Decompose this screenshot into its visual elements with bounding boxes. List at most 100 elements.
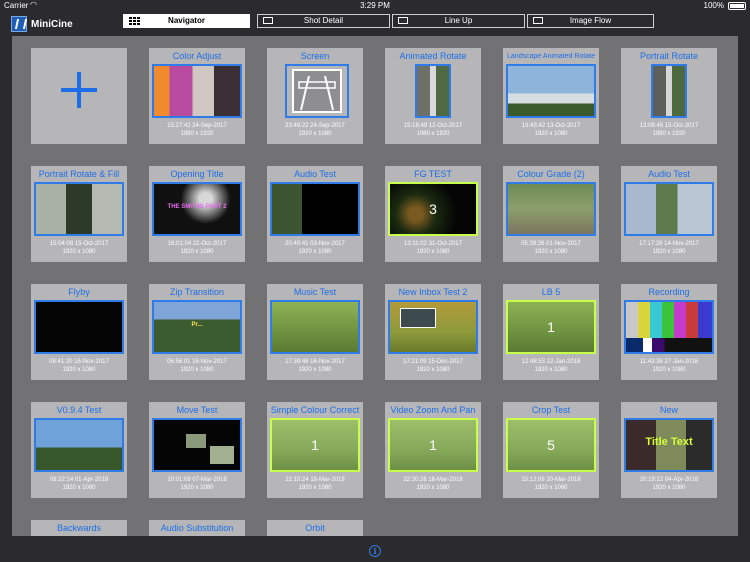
project-thumbnail: THE SMITHS PART 2: [152, 182, 242, 236]
project-title: Screen: [300, 51, 330, 61]
project-date: 17:39:48 16-Nov-2017: [285, 359, 345, 365]
project-thumbnail: [152, 418, 242, 472]
project-date: 13:06:45 15-Oct-2017: [639, 123, 699, 129]
project-title: Audio Substitution: [160, 523, 234, 533]
app-title: MiniCine: [31, 19, 73, 30]
project-resolution: 1080 x 1920: [180, 131, 214, 137]
project-card[interactable]: Color Adjust 15:27:42 24-Sep-2017 1080 x …: [149, 48, 245, 144]
project-thumbnail: [624, 300, 714, 354]
add-project-button[interactable]: [31, 48, 127, 144]
project-resolution: 1920 x 1080: [534, 249, 568, 255]
project-card[interactable]: Audio Test 20:40:41 03-Nov-2017 1920 x 10…: [267, 166, 363, 262]
project-thumbnail: 5: [506, 418, 596, 472]
project-title: V0.9.4 Test: [56, 405, 102, 415]
project-thumbnail: 1: [388, 418, 478, 472]
project-thumbnail: [415, 64, 451, 118]
project-thumbnail: [34, 182, 124, 236]
project-resolution: 1920 x 1080: [62, 367, 96, 373]
project-date: 15:12:08 20-Mar-2018: [521, 477, 581, 483]
project-title: Animated Rotate: [399, 51, 467, 61]
project-title: Backwards: [56, 523, 101, 533]
info-icon[interactable]: i: [369, 545, 381, 557]
project-card[interactable]: Zip Transition Pr... 06:56:01 16-Nov-201…: [149, 284, 245, 380]
project-title: Move Test: [176, 405, 218, 415]
project-resolution: 1920 x 1080: [298, 485, 332, 491]
project-card[interactable]: Crop Test 5 15:12:08 20-Mar-2018 1920 x 1…: [503, 402, 599, 498]
project-card[interactable]: Music Test 17:39:48 16-Nov-2017 1920 x 10…: [267, 284, 363, 380]
project-card[interactable]: Simple Colour Correct 1 22:10:24 18-Mar-…: [267, 402, 363, 498]
project-resolution: 1920 x 1080: [534, 485, 568, 491]
countdown-number: 3: [429, 201, 437, 217]
project-date: 23:49:22 24-Sep-2017: [285, 123, 345, 129]
project-title: Audio Test: [294, 169, 336, 179]
project-card[interactable]: Audio Test 17:17:28 14-Nov-2017 1920 x 10…: [621, 166, 717, 262]
project-card[interactable]: Backwards: [31, 520, 127, 536]
project-card[interactable]: Recording 11:43:38 27-Jan-2018 1920 x 108…: [621, 284, 717, 380]
project-card[interactable]: Orbit: [267, 520, 363, 536]
project-date: 15:04:08 15-Oct-2017: [49, 241, 109, 247]
project-resolution: 1920 x 1080: [180, 485, 214, 491]
project-date: 16:01:04 22-Oct-2017: [167, 241, 227, 247]
lineup-icon: [398, 17, 408, 24]
project-thumbnail: [506, 64, 596, 118]
tab-label: Navigator: [168, 16, 205, 25]
project-grid[interactable]: Color Adjust 15:27:42 24-Sep-2017 1080 x …: [12, 36, 738, 536]
battery-icon: [728, 2, 746, 10]
project-date: 15:27:42 24-Sep-2017: [167, 123, 227, 129]
project-card[interactable]: Audio Substitution: [149, 520, 245, 536]
countdown-number: 1: [429, 437, 437, 453]
project-date: 11:43:38 27-Jan-2018: [639, 359, 699, 365]
project-card[interactable]: Video Zoom And Pan 1 22:20:26 18-Mar-201…: [385, 402, 481, 498]
project-title: Audio Test: [648, 169, 690, 179]
project-thumbnail: [152, 64, 242, 118]
project-card[interactable]: New Inbox Test 2 17:21:09 15-Dec-2017 192…: [385, 284, 481, 380]
project-card[interactable]: Opening Title THE SMITHS PART 2 16:01:04…: [149, 166, 245, 262]
project-card[interactable]: Move Test 10:01:09 07-Mar-2018 1920 x 108…: [149, 402, 245, 498]
project-title: Zip Transition: [169, 287, 225, 297]
project-card[interactable]: Flyby 08:41:20 16-Nov-2017 1920 x 1080: [31, 284, 127, 380]
project-card[interactable]: V0.9.4 Test 08:22:14 01-Apr-2018 1920 x 1…: [31, 402, 127, 498]
project-title: Flyby: [68, 287, 90, 297]
project-card[interactable]: LB 5 1 12:48:53 22-Jan-2018 1920 x 1080: [503, 284, 599, 380]
app-toolbar: MiniCine Navigator Shot Detail Line Up I…: [0, 12, 750, 34]
project-card[interactable]: Portrait Rotate & Fill 15:04:08 15-Oct-2…: [31, 166, 127, 262]
project-title: Crop Test: [531, 405, 571, 415]
project-thumbnail: [34, 418, 124, 472]
project-card[interactable]: Colour Grade (2) 05:39:26 01-Nov-2017 192…: [503, 166, 599, 262]
project-date: 08:22:14 01-Apr-2018: [49, 477, 109, 483]
project-card[interactable]: New Title Text 20:19:22 04-Apr-2018 1920 …: [621, 402, 717, 498]
project-date: 22:10:24 18-Mar-2018: [285, 477, 345, 483]
tab-line-up[interactable]: Line Up: [392, 14, 525, 28]
project-thumbnail: Title Text: [624, 418, 714, 472]
project-card[interactable]: Screen 23:49:22 24-Sep-2017 1920 x 1080: [267, 48, 363, 144]
project-date: 20:40:41 03-Nov-2017: [285, 241, 345, 247]
project-thumbnail: [624, 182, 714, 236]
project-resolution: 1080 x 1920: [652, 131, 686, 137]
project-card[interactable]: FG TEST 3 13:11:02 31-Oct-2017 1920 x 108…: [385, 166, 481, 262]
image-flow-icon: [533, 17, 543, 24]
project-title: Landscape Animated Rotate: [507, 53, 595, 60]
project-resolution: 1920 x 1080: [652, 485, 686, 491]
tab-navigator[interactable]: Navigator: [123, 14, 250, 28]
countdown-number: 1: [547, 319, 555, 335]
tab-shot-detail[interactable]: Shot Detail: [257, 14, 390, 28]
project-title: Portrait Rotate: [639, 51, 699, 61]
project-date: 17:17:28 14-Nov-2017: [639, 241, 699, 247]
screen-placeholder-icon: [292, 69, 342, 113]
project-card[interactable]: Landscape Animated Rotate 13:43:42 13-Oc…: [503, 48, 599, 144]
tab-image-flow[interactable]: Image Flow: [527, 14, 654, 28]
project-resolution: 1920 x 1080: [62, 249, 96, 255]
project-thumbnail: [651, 64, 687, 118]
project-date: 13:11:02 31-Oct-2017: [404, 241, 462, 247]
project-thumbnail: 1: [270, 418, 360, 472]
project-resolution: 1920 x 1080: [534, 367, 568, 373]
project-card[interactable]: Animated Rotate 15:18:49 12-Oct-2017 1080…: [385, 48, 481, 144]
thumb-caption: THE SMITHS PART 2: [167, 204, 227, 210]
project-card[interactable]: Portrait Rotate 13:06:45 15-Oct-2017 1080…: [621, 48, 717, 144]
project-date: 06:56:01 16-Nov-2017: [167, 359, 227, 365]
bottom-bar: i: [0, 538, 750, 562]
project-thumbnail: [270, 300, 360, 354]
film-icon: [263, 17, 273, 24]
project-title: Colour Grade (2): [517, 169, 585, 179]
project-thumbnail: [270, 182, 360, 236]
